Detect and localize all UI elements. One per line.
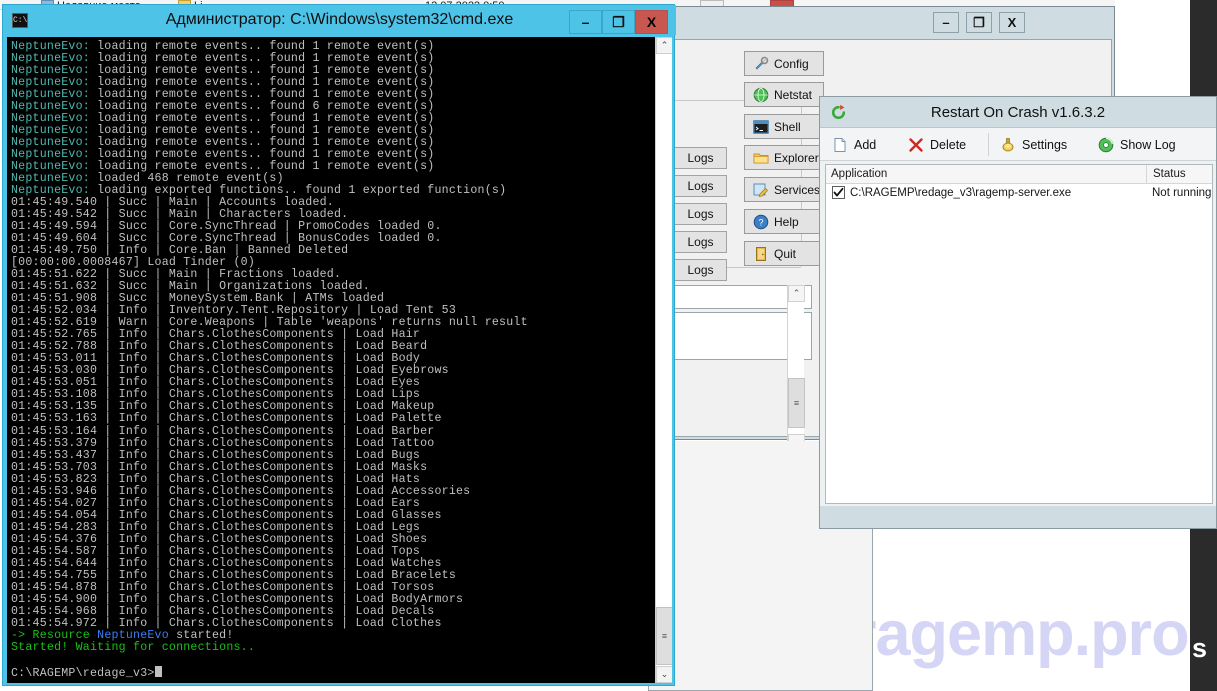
roc-title-text: Restart On Crash v1.6.3.2 — [930, 104, 1106, 121]
console-line: C:\RAGEMP\redage_v3> — [11, 665, 656, 680]
bg-app-minimize-button[interactable]: – — [933, 12, 959, 33]
roc-application-list[interactable]: Application Status C:\RAGEMP\redage_v3\r… — [825, 164, 1213, 504]
roc-row-application-path: C:\RAGEMP\redage_v3\ragemp-server.exe — [850, 187, 1072, 199]
gold-gear-icon — [1002, 137, 1014, 151]
background-app-titlebar[interactable]: – ❐ X — [649, 7, 1114, 38]
bg-app-scrollbar[interactable]: ⌃ ≡ ⌄ — [787, 285, 805, 451]
logs-button-5[interactable]: Logs — [674, 259, 727, 281]
roc-list-header: Application Status — [826, 165, 1212, 184]
bg-app-maximize-button[interactable]: ❐ — [966, 12, 992, 33]
roc-statusbar — [820, 506, 1216, 528]
console-prompt: C:\RAGEMP\redage_v3> — [11, 666, 155, 680]
new-document-icon — [834, 137, 846, 152]
wrench-icon — [755, 56, 769, 69]
netstat-button-label: Netstat — [774, 87, 813, 102]
console-line: Started! Waiting for connections.. — [11, 640, 656, 654]
quit-button[interactable]: Quit — [744, 241, 824, 266]
console-started-text: Started! Waiting for connections.. — [11, 640, 256, 654]
help-icon: ? — [753, 214, 769, 229]
explorer-button[interactable]: Explorer — [744, 145, 824, 170]
cmd-titlebar[interactable]: C:\ Администратор: C:\Windows\system32\c… — [3, 5, 676, 35]
roc-delete-button[interactable]: Delete — [908, 132, 966, 157]
logs-button-2[interactable]: Logs — [674, 175, 727, 197]
door-icon — [756, 246, 766, 261]
roc-titlebar[interactable]: Restart On Crash v1.6.3.2 — [820, 97, 1216, 128]
console-cursor — [154, 665, 162, 677]
roc-delete-label: Delete — [930, 137, 967, 152]
logs-button-1[interactable]: Logs — [674, 147, 727, 169]
explorer-button-label: Explorer — [774, 150, 819, 165]
services-button[interactable]: Services — [744, 177, 824, 202]
folder-icon — [753, 153, 769, 163]
bg-scroll-thumb[interactable]: ≡ — [788, 378, 805, 428]
watermark-ragemp-pro: ragemp.pro — [852, 599, 1190, 669]
roc-settings-button[interactable]: Settings — [1000, 132, 1067, 157]
cmd-scroll-up-arrow[interactable]: ⌃ — [656, 37, 672, 54]
help-button[interactable]: ? Help — [744, 209, 824, 234]
roc-row-status: Not running — [1152, 187, 1212, 199]
config-button[interactable]: Config — [744, 51, 824, 76]
cmd-maximize-button[interactable]: ❐ — [602, 10, 635, 34]
red-x-icon — [909, 137, 923, 152]
bg-scroll-up-arrow[interactable]: ⌃ — [788, 285, 805, 302]
shell-button-label: Shell — [774, 119, 801, 134]
cmd-console-client[interactable]: NeptuneEvo: loading remote events.. foun… — [7, 37, 672, 683]
logs-button-4[interactable]: Logs — [674, 231, 727, 253]
config-button-label: Config — [774, 56, 809, 71]
roc-column-application[interactable]: Application — [831, 165, 887, 184]
restart-on-crash-window: Restart On Crash v1.6.3.2 Add Delete Set… — [819, 96, 1217, 529]
services-button-label: Services — [774, 182, 821, 197]
cmd-console-window: C:\ Администратор: C:\Windows\system32\c… — [2, 4, 676, 686]
roc-add-label: Add — [854, 137, 877, 152]
cmd-console-output: NeptuneEvo: loading remote events.. foun… — [11, 40, 656, 680]
green-disc-icon — [1098, 137, 1114, 152]
cmd-scroll-thumb[interactable]: ≡ — [656, 607, 672, 665]
table-row[interactable]: C:\RAGEMP\redage_v3\ragemp-server.exe No… — [826, 184, 1212, 203]
svg-text:?: ? — [758, 217, 763, 227]
globe-icon — [753, 87, 769, 102]
logs-button-3[interactable]: Logs — [674, 203, 727, 225]
bg-app-close-button[interactable]: X — [999, 12, 1025, 33]
roc-column-status[interactable]: Status — [1146, 165, 1186, 184]
roc-show-log-button[interactable]: Show Log — [1098, 132, 1176, 157]
cmd-scroll-down-arrow[interactable]: ⌄ — [656, 666, 672, 683]
right-dark-panel-lower: s s — [1190, 561, 1217, 691]
cmd-scrollbar[interactable]: ⌃ ≡ ⌄ — [655, 37, 672, 683]
shell-button[interactable]: Shell — [744, 114, 824, 139]
roc-add-button[interactable]: Add — [832, 132, 876, 157]
roc-row-checkbox[interactable] — [832, 186, 845, 199]
screen-root: s s ragemp.pro Недавние места Li 12.07.2… — [0, 0, 1217, 691]
roc-toolbar-separator — [988, 133, 989, 156]
netstat-button[interactable]: Netstat — [744, 82, 824, 107]
console-icon — [753, 119, 769, 134]
roc-show-log-label: Show Log — [1120, 137, 1176, 152]
cmd-minimize-button[interactable]: – — [569, 10, 602, 34]
roc-settings-label: Settings — [1022, 137, 1068, 152]
roc-toolbar: Add Delete Settings Show Log — [820, 128, 1216, 161]
help-button-label: Help — [774, 214, 799, 229]
quit-button-label: Quit — [774, 246, 797, 261]
checkmark-icon — [833, 187, 844, 197]
cmd-close-button[interactable]: X — [635, 10, 668, 34]
right-panel-text: s s — [1192, 633, 1217, 663]
services-icon — [753, 183, 769, 197]
